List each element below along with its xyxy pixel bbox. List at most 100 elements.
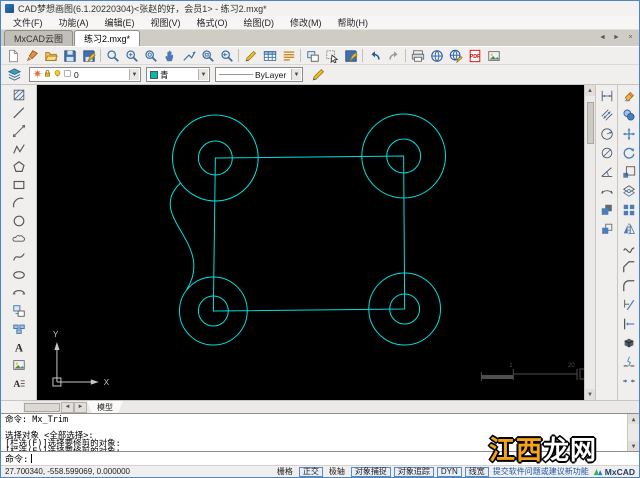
- canvas-vscrollbar[interactable]: ▲ ▼: [584, 85, 595, 400]
- tab-scroll-left-button[interactable]: ◄: [597, 32, 608, 43]
- array-icon[interactable]: [619, 200, 638, 219]
- undo-icon[interactable]: [365, 47, 384, 64]
- save-as-icon[interactable]: [79, 47, 98, 64]
- arc-icon[interactable]: [9, 194, 28, 212]
- model-prev-button[interactable]: ◄: [61, 401, 74, 413]
- redo-icon[interactable]: [384, 47, 403, 64]
- layers-stack-icon[interactable]: [4, 66, 24, 84]
- block-editor-icon[interactable]: [303, 47, 322, 64]
- rectangle-icon[interactable]: [9, 176, 28, 194]
- pdf-output-icon[interactable]: PDF: [465, 47, 484, 64]
- cmd-scroll-up-icon[interactable]: ▲: [628, 414, 639, 424]
- text-style-icon[interactable]: A: [9, 374, 28, 392]
- web-open-icon[interactable]: [427, 47, 446, 64]
- feedback-link[interactable]: 提交软件问题或建议新功能: [493, 466, 589, 477]
- toggle-6[interactable]: DYN: [436, 466, 462, 477]
- polygon-icon[interactable]: [9, 158, 28, 176]
- text-list-icon[interactable]: [279, 47, 298, 64]
- menu-item-1[interactable]: 文件(F): [5, 16, 51, 29]
- color-combo[interactable]: 青 ▼: [146, 67, 210, 82]
- xline-icon[interactable]: [9, 122, 28, 140]
- open-file-icon[interactable]: [41, 47, 60, 64]
- save-block-icon[interactable]: [341, 47, 360, 64]
- zoom-all-icon[interactable]: [141, 47, 160, 64]
- zoom-extents-icon[interactable]: [103, 47, 122, 64]
- dim-diameter-icon[interactable]: [597, 143, 616, 162]
- dim-linear-icon[interactable]: [597, 86, 616, 105]
- revcloud-icon[interactable]: [9, 230, 28, 248]
- join-icon[interactable]: [619, 371, 638, 390]
- toggle-4[interactable]: 对象捕捉: [350, 466, 391, 477]
- copy-props-icon[interactable]: [597, 200, 616, 219]
- polyline-icon[interactable]: [9, 140, 28, 158]
- tab-1[interactable]: MxCAD云图: [4, 30, 73, 46]
- offset-icon[interactable]: [619, 181, 638, 200]
- zoom-scale-icon[interactable]: [179, 47, 198, 64]
- create-block-icon[interactable]: [9, 320, 28, 338]
- save-icon[interactable]: [60, 47, 79, 64]
- fillet-icon[interactable]: [619, 276, 638, 295]
- pencil-icon[interactable]: [241, 47, 260, 64]
- cmd-scroll-down-icon[interactable]: ▼: [628, 441, 639, 451]
- chamfer-icon[interactable]: [619, 257, 638, 276]
- dim-radius-icon[interactable]: [597, 124, 616, 143]
- text-icon[interactable]: A: [9, 338, 28, 356]
- scroll-up-icon[interactable]: ▲: [585, 85, 595, 96]
- linetype-combo[interactable]: ByLayer ▼: [215, 67, 303, 82]
- linetype-pencil-icon[interactable]: [308, 66, 328, 84]
- explode-icon[interactable]: [619, 333, 638, 352]
- scale-icon[interactable]: [619, 162, 638, 181]
- format-brush-icon[interactable]: [22, 47, 41, 64]
- toggle-3[interactable]: 极轴: [326, 467, 348, 477]
- web-publish-icon[interactable]: [446, 47, 465, 64]
- drawing-canvas[interactable]: X Y 1 20: [37, 85, 584, 400]
- toggle-5[interactable]: 对象追踪: [393, 466, 434, 477]
- zoom-previous-icon[interactable]: [217, 47, 236, 64]
- image-insert-icon[interactable]: [9, 356, 28, 374]
- spline-fit-icon[interactable]: [619, 238, 638, 257]
- match-props-icon[interactable]: [597, 219, 616, 238]
- dim-angular-icon[interactable]: [597, 162, 616, 181]
- break-icon[interactable]: [619, 352, 638, 371]
- select-set-icon[interactable]: [322, 47, 341, 64]
- ellipse-arc-icon[interactable]: [9, 284, 28, 302]
- linetype-combo-arrow-icon[interactable]: ▼: [291, 69, 301, 80]
- scroll-down-icon[interactable]: ▼: [585, 389, 595, 400]
- menu-item-6[interactable]: 绘图(D): [236, 16, 283, 29]
- ellipse-icon[interactable]: [9, 266, 28, 284]
- menu-item-4[interactable]: 视图(V): [143, 16, 189, 29]
- zoom-object-icon[interactable]: [198, 47, 217, 64]
- circle-icon[interactable]: [9, 212, 28, 230]
- erase-icon[interactable]: [619, 86, 638, 105]
- print-icon[interactable]: [408, 47, 427, 64]
- toggle-2[interactable]: 正交: [298, 466, 323, 477]
- toggle-7[interactable]: 线宽: [464, 466, 489, 477]
- model-next-button[interactable]: ►: [74, 401, 87, 413]
- insert-block-icon[interactable]: [9, 302, 28, 320]
- command-scrollbar[interactable]: ▲ ▼: [627, 414, 639, 451]
- pan-icon[interactable]: [160, 47, 179, 64]
- menu-item-2[interactable]: 功能(A): [51, 16, 97, 29]
- extend-icon[interactable]: [619, 314, 638, 333]
- tab-close-button[interactable]: ×: [625, 32, 636, 43]
- spline-icon[interactable]: [9, 248, 28, 266]
- hscroll-thumb[interactable]: [24, 402, 60, 412]
- trim-icon[interactable]: [619, 295, 638, 314]
- copy-object-icon[interactable]: [619, 105, 638, 124]
- color-combo-arrow-icon[interactable]: ▼: [198, 69, 208, 80]
- layer-combo[interactable]: 0 ▼: [29, 67, 141, 82]
- toggle-1[interactable]: 栅格: [274, 467, 296, 477]
- layer-combo-arrow-icon[interactable]: ▼: [129, 69, 139, 80]
- dim-arc-icon[interactable]: [597, 181, 616, 200]
- zoom-in-icon[interactable]: [122, 47, 141, 64]
- menu-item-3[interactable]: 编辑(E): [97, 16, 143, 29]
- tab-scroll-right-button[interactable]: ►: [611, 32, 622, 43]
- menu-item-7[interactable]: 修改(M): [282, 16, 330, 29]
- hscroll-track[interactable]: [1, 401, 23, 413]
- menu-item-5[interactable]: 格式(O): [189, 16, 236, 29]
- menu-item-8[interactable]: 帮助(H): [330, 16, 377, 29]
- dim-aligned-icon[interactable]: [597, 105, 616, 124]
- tab-2[interactable]: 练习2.mxg*: [74, 30, 141, 46]
- hatch-icon[interactable]: [9, 86, 28, 104]
- line-icon[interactable]: [9, 104, 28, 122]
